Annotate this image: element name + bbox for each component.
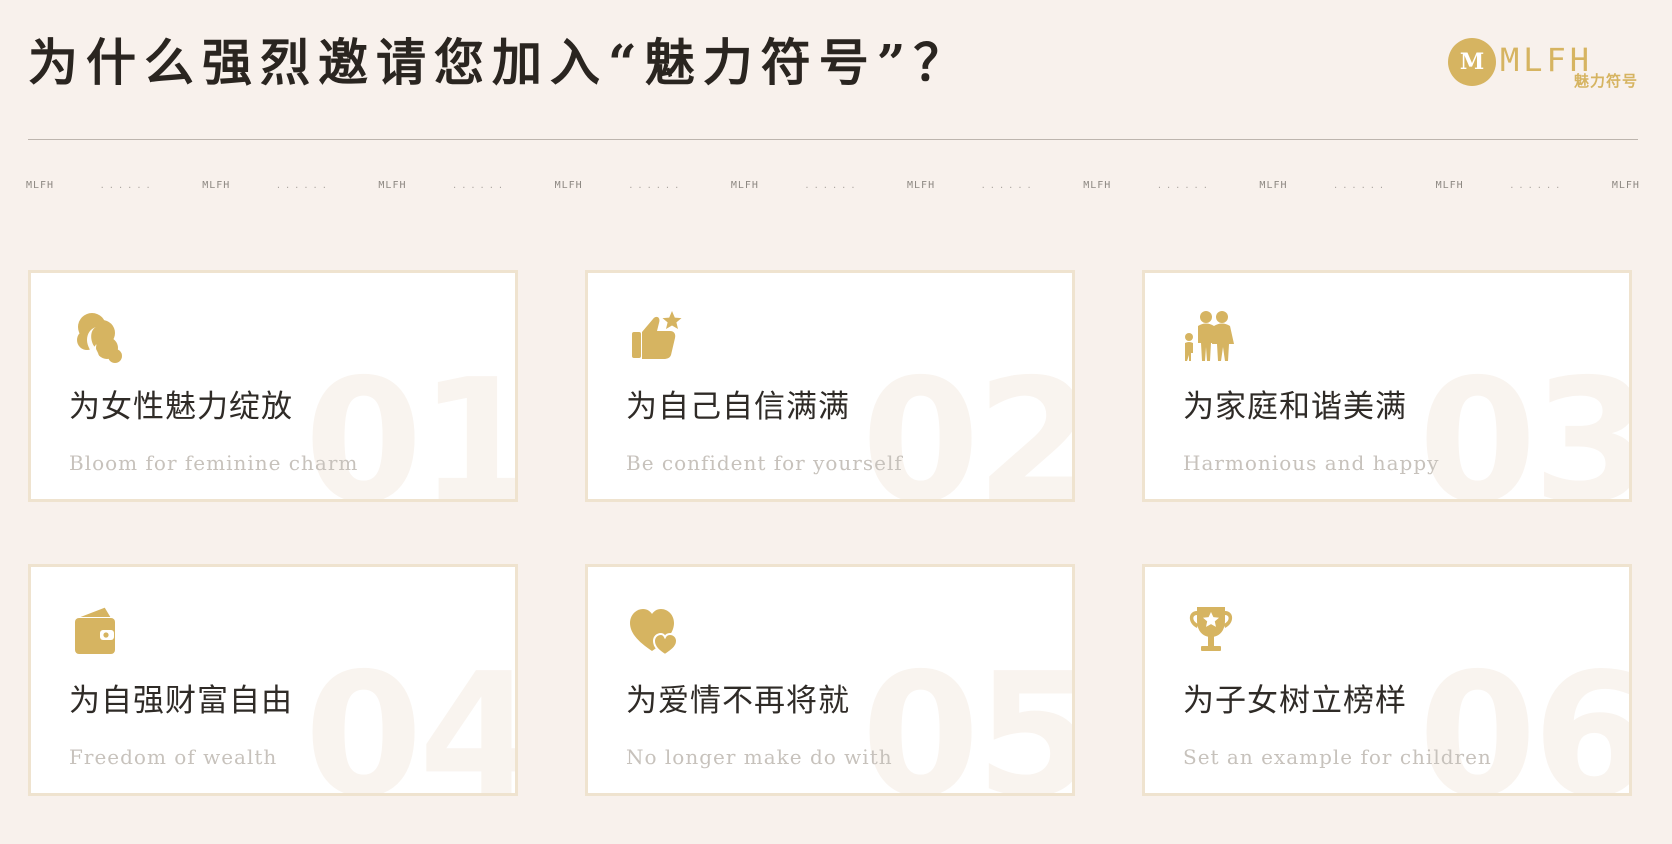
- card-number: 02: [861, 343, 1075, 502]
- brand-strip: MLFH ...... MLFH ...... MLFH ...... MLFH…: [26, 178, 1640, 192]
- page-title: 为什么强烈邀请您加入“魅力符号”？: [28, 33, 972, 92]
- strip-word-6: MLFH: [907, 179, 936, 191]
- card-subtitle: Freedom of wealth: [69, 745, 278, 769]
- strip-dots-9: ......: [1510, 179, 1566, 191]
- strip-dots-6: ......: [981, 179, 1037, 191]
- card-number: 05: [861, 637, 1075, 796]
- strip-word-9: MLFH: [1435, 179, 1464, 191]
- reason-card-role-model: 为子女树立榜样 Set an example for children 06: [1142, 564, 1632, 796]
- reason-card-feminine-charm: 为女性魅力绽放 Bloom for feminine charm 01: [28, 270, 518, 502]
- strip-dots-3: ......: [453, 179, 509, 191]
- reason-card-self-confidence: 为自己自信满满 Be confident for yourself 02: [585, 270, 1075, 502]
- card-title: 为子女树立榜样: [1183, 683, 1407, 719]
- card-number: 06: [1418, 637, 1632, 796]
- strip-word-5: MLFH: [730, 179, 759, 191]
- strip-word-1: MLFH: [26, 179, 55, 191]
- brand-subtitle: 魅力符号: [1573, 72, 1638, 90]
- strip-dots-5: ......: [805, 179, 861, 191]
- strip-dots-4: ......: [629, 179, 685, 191]
- brand-logo: M MLFH 魅力符号: [1448, 38, 1638, 90]
- strip-word-10: MLFH: [1611, 179, 1640, 191]
- card-title: 为家庭和谐美满: [1183, 389, 1407, 425]
- card-subtitle: Harmonious and happy: [1183, 451, 1440, 475]
- strip-dots-8: ......: [1334, 179, 1390, 191]
- card-number: 03: [1418, 343, 1632, 502]
- strip-dots-1: ......: [100, 179, 156, 191]
- header-divider: [28, 139, 1638, 140]
- card-subtitle: No longer make do with: [626, 745, 893, 769]
- strip-dots-7: ......: [1157, 179, 1213, 191]
- strip-dots-2: ......: [276, 179, 332, 191]
- strip-word-8: MLFH: [1259, 179, 1288, 191]
- trophy-icon: [1183, 603, 1239, 659]
- strip-word-3: MLFH: [378, 179, 407, 191]
- strip-word-7: MLFH: [1083, 179, 1112, 191]
- card-subtitle: Set an example for children: [1183, 745, 1492, 769]
- reason-card-love: 为爱情不再将就 No longer make do with 05: [585, 564, 1075, 796]
- card-number: 04: [304, 637, 518, 796]
- card-title: 为自强财富自由: [69, 683, 293, 719]
- reason-card-family-harmony: 为家庭和谐美满 Harmonious and happy 03: [1142, 270, 1632, 502]
- woman-hair-icon: [69, 309, 125, 365]
- card-number: 01: [304, 343, 518, 502]
- brand-mark: M: [1448, 38, 1496, 86]
- family-icon: [1183, 309, 1239, 365]
- card-title: 为自己自信满满: [626, 389, 850, 425]
- card-subtitle: Bloom for feminine charm: [69, 451, 359, 475]
- thumbs-up-star-icon: [626, 309, 682, 365]
- heart-icon: [626, 603, 682, 659]
- card-title: 为女性魅力绽放: [69, 389, 293, 425]
- strip-word-2: MLFH: [202, 179, 231, 191]
- wallet-icon: [69, 603, 125, 659]
- card-title: 为爱情不再将就: [626, 683, 850, 719]
- strip-word-4: MLFH: [554, 179, 583, 191]
- reason-card-wealth-freedom: 为自强财富自由 Freedom of wealth 04: [28, 564, 518, 796]
- card-subtitle: Be confident for yourself: [626, 451, 903, 475]
